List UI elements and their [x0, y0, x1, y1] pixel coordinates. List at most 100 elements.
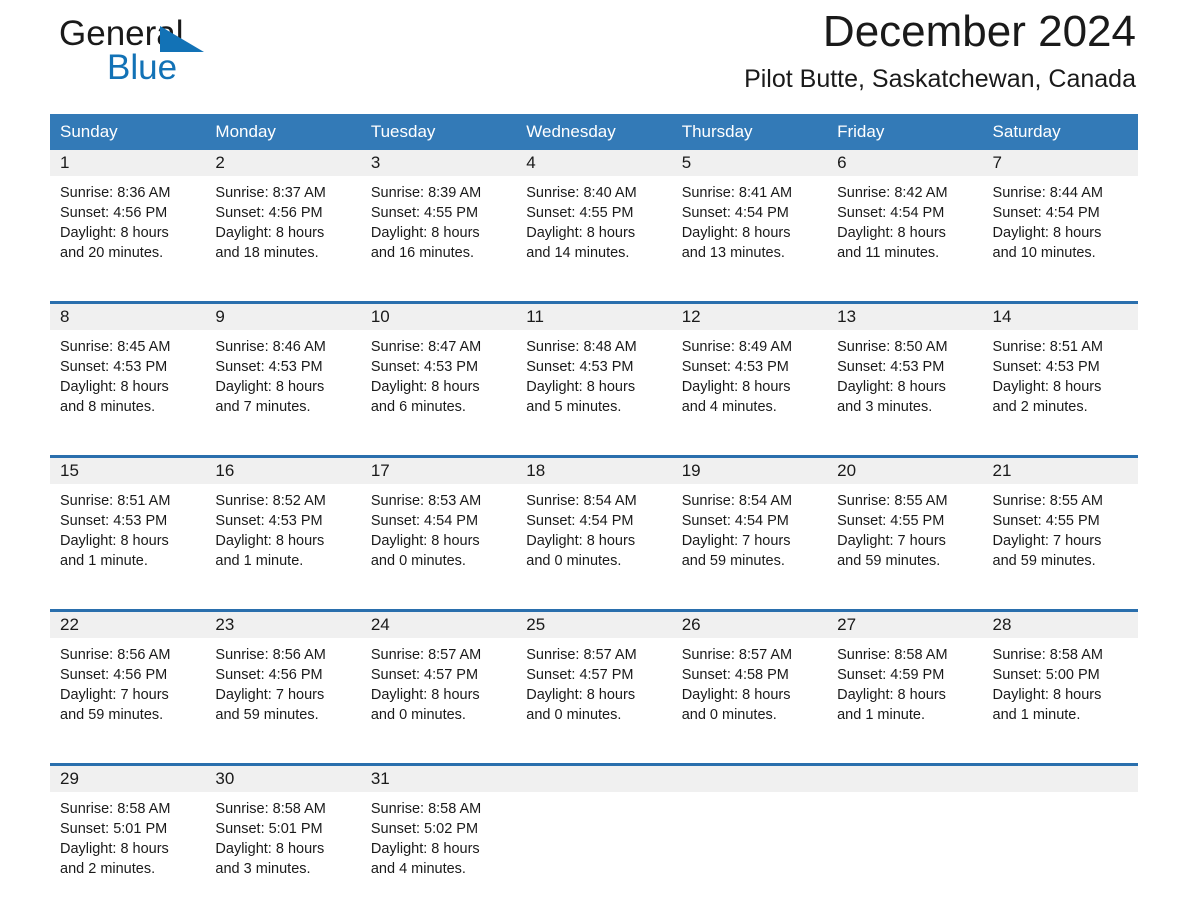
day-daylight-2-text: and 11 minutes.	[837, 245, 940, 261]
day-daylight-1-text: Daylight: 8 hours	[681, 687, 791, 703]
day-number[interactable]: 6	[827, 150, 983, 176]
day-number[interactable]: 15	[50, 456, 206, 484]
empty-day-number	[671, 764, 828, 792]
day-daylight-2-text: and 4 minutes.	[681, 399, 777, 415]
day-number[interactable]: 16	[205, 456, 361, 484]
day-cell[interactable]: Sunrise: 8:47 AM Sunset: 4:53 PM Daylight:…	[360, 330, 517, 443]
day-number[interactable]: 3	[360, 150, 517, 176]
day-number[interactable]: 25	[516, 610, 672, 638]
day-number[interactable]: 18	[516, 456, 672, 484]
empty-day-number	[827, 764, 983, 792]
day-daylight-2-text: and 59 minutes.	[60, 707, 164, 723]
day-cell[interactable]: Sunrise: 8:54 AM Sunset: 4:54 PM Daylight:…	[516, 484, 672, 597]
day-cell[interactable]: Sunrise: 8:55 AM Sunset: 4:55 PM Daylight:…	[827, 484, 983, 597]
day-number[interactable]: 28	[982, 610, 1138, 638]
day-number[interactable]: 9	[205, 302, 361, 330]
day-number[interactable]: 23	[205, 610, 361, 638]
day-daylight-1-text: Daylight: 8 hours	[837, 687, 946, 703]
day-daylight-1-text: Daylight: 8 hours	[526, 225, 636, 241]
day-sunset-text: Sunset: 4:54 PM	[681, 513, 789, 529]
day-daylight-1-text: Daylight: 8 hours	[215, 841, 325, 857]
day-cell[interactable]: Sunrise: 8:49 AM Sunset: 4:53 PM Daylight:…	[671, 330, 828, 443]
day-number[interactable]: 21	[982, 456, 1138, 484]
day-sunset-text: Sunset: 4:54 PM	[992, 205, 1100, 221]
day-cell[interactable]: Sunrise: 8:57 AM Sunset: 4:57 PM Daylight:…	[360, 638, 517, 751]
day-daylight-2-text: and 1 minute.	[837, 707, 925, 723]
day-cell[interactable]: Sunrise: 8:44 AM Sunset: 4:54 PM Daylight:…	[982, 176, 1138, 289]
day-cell[interactable]: Sunrise: 8:39 AM Sunset: 4:55 PM Daylight:…	[360, 176, 517, 289]
day-cell[interactable]: Sunrise: 8:58 AM Sunset: 5:01 PM Daylight:…	[50, 792, 206, 905]
day-daylight-1-text: Daylight: 8 hours	[526, 687, 636, 703]
day-number[interactable]: 4	[516, 150, 672, 176]
day-cell[interactable]: Sunrise: 8:58 AM Sunset: 5:02 PM Daylight:…	[360, 792, 517, 905]
day-daylight-2-text: and 1 minute.	[215, 553, 304, 569]
day-cell[interactable]: Sunrise: 8:46 AM Sunset: 4:53 PM Daylight:…	[205, 330, 361, 443]
day-sunrise-text: Sunrise: 8:39 AM	[370, 185, 482, 201]
day-number[interactable]: 31	[360, 764, 517, 792]
day-number[interactable]: 2	[205, 150, 361, 176]
day-number[interactable]: 29	[50, 764, 206, 792]
day-daylight-2-text: and 20 minutes.	[60, 245, 164, 261]
location-subtitle: Pilot Butte, Saskatchewan, Canada	[744, 64, 1136, 93]
day-cell[interactable]: Sunrise: 8:36 AM Sunset: 4:56 PM Daylight:…	[50, 176, 206, 289]
day-number[interactable]: 1	[50, 150, 206, 176]
day-number[interactable]: 19	[671, 456, 828, 484]
day-cell[interactable]: Sunrise: 8:57 AM Sunset: 4:57 PM Daylight:…	[516, 638, 672, 751]
day-number[interactable]: 11	[516, 302, 672, 330]
day-number[interactable]: 14	[982, 302, 1138, 330]
day-daylight-2-text: and 0 minutes.	[370, 553, 466, 569]
day-number[interactable]: 24	[360, 610, 517, 638]
day-cell[interactable]: Sunrise: 8:54 AM Sunset: 4:54 PM Daylight:…	[671, 484, 828, 597]
day-sunset-text: Sunset: 4:53 PM	[215, 359, 323, 375]
day-cell[interactable]: Sunrise: 8:55 AM Sunset: 4:55 PM Daylight:…	[982, 484, 1138, 597]
day-cell[interactable]: Sunrise: 8:56 AM Sunset: 4:56 PM Daylight:…	[50, 638, 206, 751]
day-cell[interactable]: Sunrise: 8:58 AM Sunset: 4:59 PM Daylight:…	[827, 638, 983, 751]
day-sunrise-text: Sunrise: 8:47 AM	[370, 339, 482, 355]
day-daylight-1-text: Daylight: 8 hours	[526, 533, 636, 549]
day-cell[interactable]: Sunrise: 8:52 AM Sunset: 4:53 PM Daylight:…	[205, 484, 361, 597]
day-sunrise-text: Sunrise: 8:58 AM	[60, 801, 171, 817]
day-number[interactable]: 5	[671, 150, 828, 176]
day-sunset-text: Sunset: 5:01 PM	[60, 821, 168, 837]
day-cell[interactable]: Sunrise: 8:51 AM Sunset: 4:53 PM Daylight:…	[50, 484, 206, 597]
day-cell[interactable]: Sunrise: 8:58 AM Sunset: 5:01 PM Daylight:…	[205, 792, 361, 905]
week-detail-row: Sunrise: 8:36 AM Sunset: 4:56 PM Daylight:…	[50, 176, 1138, 289]
day-daylight-1-text: Daylight: 8 hours	[370, 225, 480, 241]
day-number[interactable]: 13	[827, 302, 983, 330]
day-number[interactable]: 26	[671, 610, 828, 638]
day-number[interactable]: 10	[360, 302, 517, 330]
day-sunset-text: Sunset: 4:53 PM	[992, 359, 1100, 375]
day-cell[interactable]: Sunrise: 8:51 AM Sunset: 4:53 PM Daylight:…	[982, 330, 1138, 443]
day-cell[interactable]: Sunrise: 8:58 AM Sunset: 5:00 PM Daylight:…	[982, 638, 1138, 751]
empty-day-number	[516, 764, 672, 792]
day-cell[interactable]: Sunrise: 8:42 AM Sunset: 4:54 PM Daylight:…	[827, 176, 983, 289]
day-daylight-1-text: Daylight: 8 hours	[60, 533, 169, 549]
day-number[interactable]: 30	[205, 764, 361, 792]
calendar-body: 1 2 3 4 5 6 7 Sunrise: 8:36 AM Sunset: 4:56 PM Da…	[50, 150, 1138, 905]
day-sunrise-text: Sunrise: 8:55 AM	[837, 493, 948, 509]
day-sunrise-text: Sunrise: 8:57 AM	[370, 647, 482, 663]
day-cell[interactable]: Sunrise: 8:53 AM Sunset: 4:54 PM Daylight:…	[360, 484, 517, 597]
day-number[interactable]: 12	[671, 302, 828, 330]
day-cell[interactable]: Sunrise: 8:45 AM Sunset: 4:53 PM Daylight:…	[50, 330, 206, 443]
day-cell[interactable]: Sunrise: 8:48 AM Sunset: 4:53 PM Daylight:…	[516, 330, 672, 443]
general-blue-logo: General Blue	[59, 16, 359, 102]
day-cell[interactable]: Sunrise: 8:37 AM Sunset: 4:56 PM Daylight:…	[205, 176, 361, 289]
day-number[interactable]: 22	[50, 610, 206, 638]
day-sunrise-text: Sunrise: 8:45 AM	[60, 339, 171, 355]
day-cell[interactable]: Sunrise: 8:56 AM Sunset: 4:56 PM Daylight:…	[205, 638, 361, 751]
day-number[interactable]: 7	[982, 150, 1138, 176]
day-number[interactable]: 27	[827, 610, 983, 638]
day-number[interactable]: 8	[50, 302, 206, 330]
day-sunset-text: Sunset: 4:53 PM	[837, 359, 945, 375]
week-detail-row: Sunrise: 8:56 AM Sunset: 4:56 PM Daylight:…	[50, 638, 1138, 751]
day-daylight-2-text: and 59 minutes.	[215, 707, 319, 723]
calendar-page: General Blue December 2024 Pilot Butte, …	[0, 0, 1188, 918]
day-sunrise-text: Sunrise: 8:55 AM	[992, 493, 1103, 509]
day-cell[interactable]: Sunrise: 8:57 AM Sunset: 4:58 PM Daylight:…	[671, 638, 828, 751]
day-number[interactable]: 20	[827, 456, 983, 484]
day-cell[interactable]: Sunrise: 8:40 AM Sunset: 4:55 PM Daylight:…	[516, 176, 672, 289]
day-number[interactable]: 17	[360, 456, 517, 484]
day-cell[interactable]: Sunrise: 8:41 AM Sunset: 4:54 PM Daylight:…	[671, 176, 828, 289]
day-cell[interactable]: Sunrise: 8:50 AM Sunset: 4:53 PM Daylight:…	[827, 330, 983, 443]
